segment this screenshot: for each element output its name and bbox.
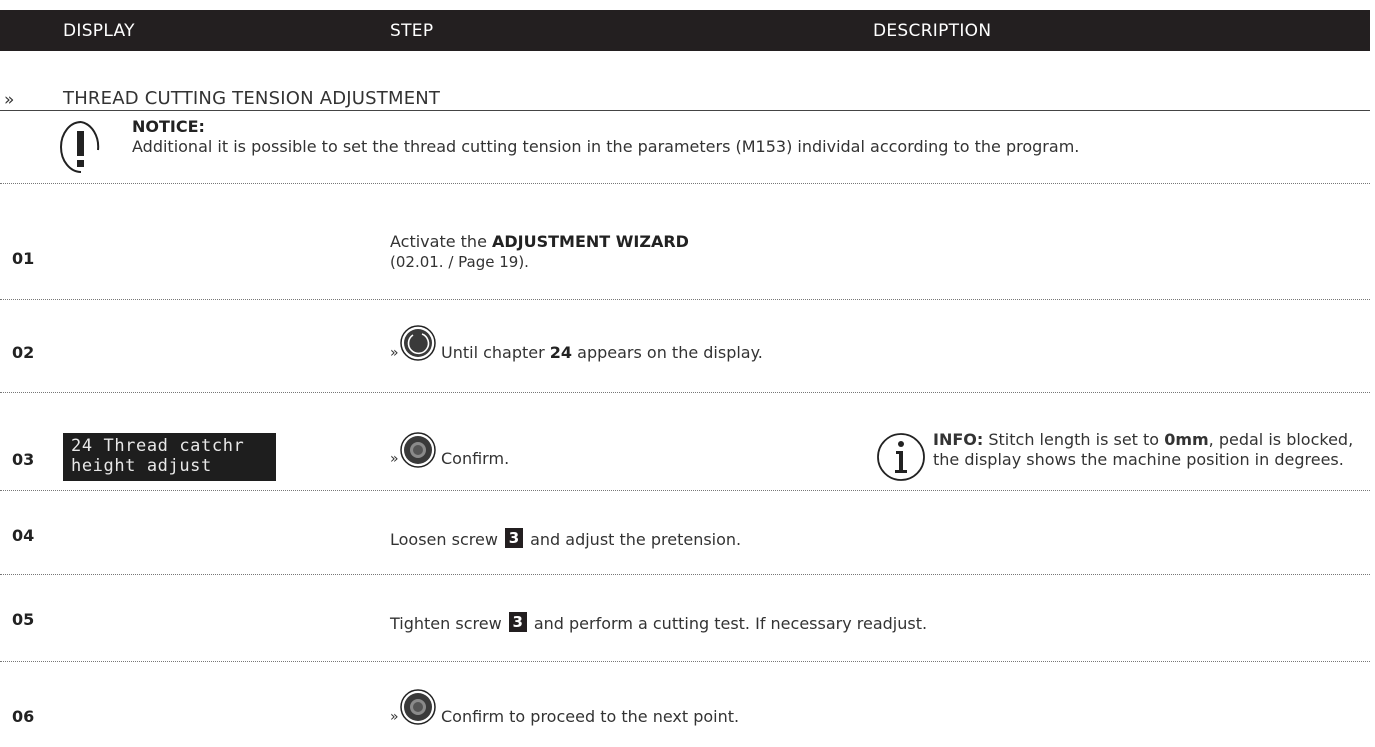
table-header: DISPLAY STEP DESCRIPTION <box>0 10 1370 51</box>
press-knob-icon <box>400 689 436 725</box>
step-text-pre: Loosen screw <box>390 530 503 549</box>
info-pre: Stitch length is set to <box>983 430 1165 449</box>
info-text: INFO: Stitch length is set to 0mm, pedal… <box>933 430 1363 470</box>
step-text: Loosen screw 3 and adjust the pretension… <box>390 528 741 550</box>
row-divider <box>0 574 1370 575</box>
step-text-post: and perform a cutting test. If necessary… <box>528 614 928 633</box>
notice-text: Additional it is possible to set the thr… <box>132 137 1080 156</box>
press-knob-icon <box>400 432 436 468</box>
step-number: 06 <box>12 707 35 726</box>
step-number: 01 <box>12 249 35 268</box>
header-description: DESCRIPTION <box>873 21 992 41</box>
row-divider <box>0 661 1370 662</box>
step-text-post: appears on the display. <box>572 343 763 362</box>
info-circle-icon <box>877 433 925 481</box>
display-line-2: height adjust <box>71 456 212 476</box>
step-text-pre: Activate the <box>390 232 492 251</box>
step-text: Until chapter 24 appears on the display. <box>441 343 763 363</box>
rotate-knob-icon <box>400 325 436 361</box>
step-text-pre: Until chapter <box>441 343 550 362</box>
step-text: Activate the ADJUSTMENT WIZARD (02.01. /… <box>390 232 689 272</box>
step-number: 04 <box>12 526 35 545</box>
step-text-bold: ADJUSTMENT WIZARD <box>492 232 689 251</box>
step-prefix: » <box>390 709 399 725</box>
header-step: STEP <box>390 21 434 41</box>
row-divider <box>0 490 1370 491</box>
step-text-post: and adjust the pretension. <box>525 530 742 549</box>
screw-badge: 3 <box>505 528 523 548</box>
step-number: 03 <box>12 450 35 469</box>
step-text-bold: 24 <box>549 343 573 362</box>
step-number: 02 <box>12 343 35 362</box>
section-title: THREAD CUTTING TENSION ADJUSTMENT <box>63 88 441 109</box>
section-heading: » THREAD CUTTING TENSION ADJUSTMENT <box>0 88 1370 111</box>
step-number: 05 <box>12 610 35 629</box>
step-text: Confirm. <box>441 449 510 468</box>
display-line-1: 24 Thread catchr <box>71 436 245 456</box>
screw-badge: 3 <box>508 612 527 632</box>
step-prefix: » <box>390 451 399 467</box>
row-divider <box>0 183 1370 184</box>
step-text-sub: (02.01. / Page 19). <box>390 253 529 271</box>
info-bold: 0mm <box>1164 430 1209 449</box>
section-chevron: » <box>4 90 15 110</box>
step-text: Tighten screw 3 and perform a cutting te… <box>390 612 927 634</box>
machine-display: 24 Thread catchr height adjust <box>63 433 276 481</box>
row-divider <box>0 392 1370 393</box>
step-text: Confirm to proceed to the next point. <box>441 707 740 726</box>
row-divider <box>0 299 1370 300</box>
header-display: DISPLAY <box>63 21 135 41</box>
step-text-pre: Tighten screw <box>390 614 507 633</box>
step-prefix: » <box>390 345 399 361</box>
exclamation-circle-icon <box>60 121 100 173</box>
notice-title: NOTICE: <box>132 117 205 136</box>
info-label: INFO: <box>933 430 984 449</box>
